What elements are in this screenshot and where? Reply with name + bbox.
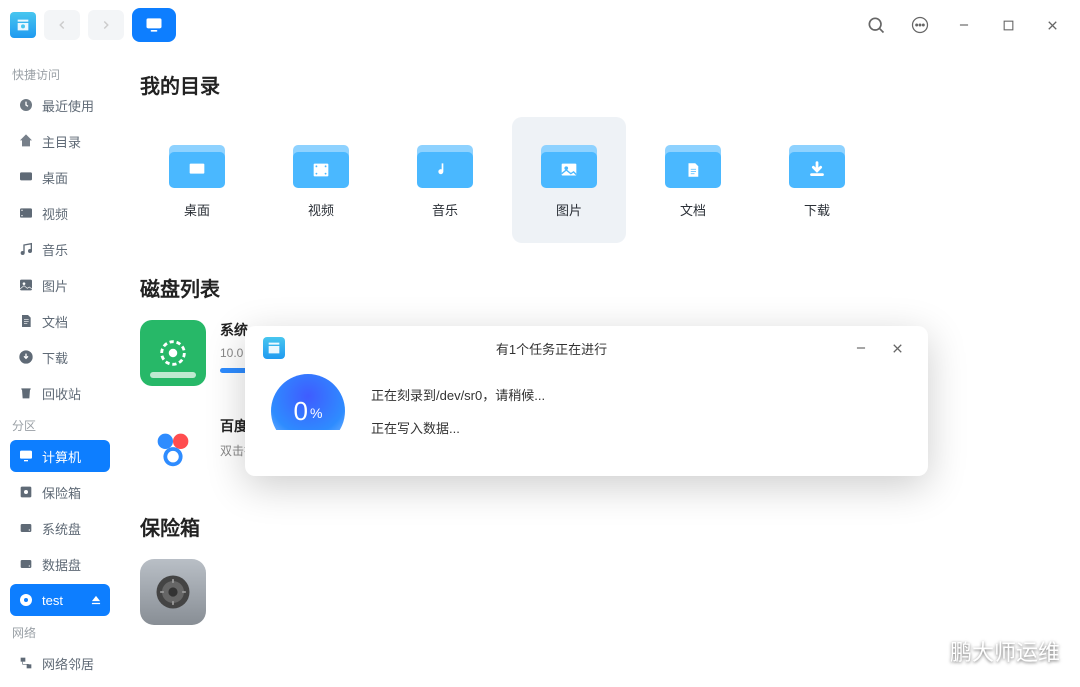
- sidebar-item-vault[interactable]: 保险箱: [10, 476, 110, 508]
- sidebar-item-music[interactable]: 音乐: [10, 233, 110, 265]
- watermark: 鹏大师运维: [910, 635, 1060, 667]
- wechat-icon: [910, 635, 942, 667]
- titlebar: [0, 0, 1080, 50]
- folder-label: 桌面: [184, 200, 210, 219]
- sidebar-item-label: 数据盘: [42, 555, 81, 574]
- disk-system-icon: [140, 320, 206, 386]
- sidebar-item-label: 图片: [42, 276, 68, 295]
- folder-label: 视频: [308, 200, 334, 219]
- disk-icon: [18, 520, 34, 536]
- eject-icon[interactable]: [88, 592, 104, 608]
- folder-icon: [541, 142, 597, 188]
- sidebar-item-label: 视频: [42, 204, 68, 223]
- sidebar-item-label: 计算机: [42, 447, 81, 466]
- sidebar-item-system-disk[interactable]: 系统盘: [10, 512, 110, 544]
- folder-icon: [789, 142, 845, 188]
- sidebar-item-trash[interactable]: 回收站: [10, 377, 110, 409]
- sidebar-item-label: 主目录: [42, 132, 81, 151]
- sidebar-item-documents[interactable]: 文档: [10, 305, 110, 337]
- home-icon: [18, 133, 34, 149]
- back-button[interactable]: [44, 10, 80, 40]
- sidebar-item-network[interactable]: 网络邻居: [10, 647, 110, 679]
- folder-grid: 桌面 视频 音乐 图片 文档 下载: [140, 117, 1040, 243]
- download-icon: [18, 349, 34, 365]
- sidebar-item-computer[interactable]: 计算机: [10, 440, 110, 472]
- section-title-mydirs: 我的目录: [140, 70, 1040, 99]
- progress-unit: %: [310, 405, 322, 421]
- maximize-button[interactable]: [990, 7, 1026, 43]
- vault-item[interactable]: [140, 559, 206, 625]
- vault-icon: [18, 484, 34, 500]
- minimize-button[interactable]: [946, 7, 982, 43]
- section-title-disks: 磁盘列表: [140, 273, 1040, 302]
- sidebar-item-label: 音乐: [42, 240, 68, 259]
- close-button[interactable]: [1034, 7, 1070, 43]
- sidebar-item-label: 系统盘: [42, 519, 81, 538]
- vault-dial-icon: [140, 559, 206, 625]
- sidebar: 快捷访问 最近使用 主目录 桌面 视频 音乐 图片 文档 下载 回收站 分区 计…: [0, 50, 120, 687]
- watermark-text: 鹏大师运维: [950, 635, 1060, 667]
- dialog-line1: 正在刻录到/dev/sr0，请稍候...: [371, 385, 545, 404]
- search-button[interactable]: [858, 7, 894, 43]
- sidebar-section-network: 网络: [12, 624, 108, 641]
- more-button[interactable]: [902, 7, 938, 43]
- doc-icon: [18, 313, 34, 329]
- sidebar-item-home[interactable]: 主目录: [10, 125, 110, 157]
- folder-music[interactable]: 音乐: [388, 117, 502, 243]
- dialog-close-button[interactable]: [884, 335, 910, 361]
- trash-icon: [18, 385, 34, 401]
- folder-pictures[interactable]: 图片: [512, 117, 626, 243]
- folder-label: 文档: [680, 200, 706, 219]
- sidebar-item-downloads[interactable]: 下载: [10, 341, 110, 373]
- sidebar-item-test-disc[interactable]: test: [10, 584, 110, 616]
- dialog-title: 有1个任务正在进行: [265, 339, 838, 358]
- progress-circle: 0 %: [271, 374, 345, 448]
- folder-icon: [169, 142, 225, 188]
- folder-icon: [417, 142, 473, 188]
- sidebar-item-label: 回收站: [42, 384, 81, 403]
- sidebar-item-label: test: [42, 593, 63, 608]
- burn-progress-dialog: 有1个任务正在进行 0 % 正在刻录到/dev/sr0，请稍候... 正在写入数…: [245, 326, 928, 476]
- clock-icon: [18, 97, 34, 113]
- folder-label: 图片: [556, 200, 582, 219]
- app-icon: [10, 12, 36, 38]
- sidebar-item-video[interactable]: 视频: [10, 197, 110, 229]
- folder-desktop[interactable]: 桌面: [140, 117, 254, 243]
- progress-value: 0: [294, 396, 308, 427]
- sidebar-item-label: 文档: [42, 312, 68, 331]
- sidebar-item-label: 下载: [42, 348, 68, 367]
- tab-computer[interactable]: [132, 8, 176, 42]
- sidebar-item-label: 桌面: [42, 168, 68, 187]
- folder-icon: [665, 142, 721, 188]
- music-icon: [18, 241, 34, 257]
- image-icon: [18, 277, 34, 293]
- disc-icon: [18, 592, 34, 608]
- network-icon: [18, 655, 34, 671]
- folder-label: 下载: [804, 200, 830, 219]
- folder-label: 音乐: [432, 200, 458, 219]
- sidebar-item-label: 网络邻居: [42, 654, 94, 673]
- disk-icon: [18, 556, 34, 572]
- folder-downloads[interactable]: 下载: [760, 117, 874, 243]
- dialog-minimize-button[interactable]: [848, 335, 874, 361]
- desktop-icon: [18, 169, 34, 185]
- sidebar-item-recent[interactable]: 最近使用: [10, 89, 110, 121]
- sidebar-section-quickaccess: 快捷访问: [12, 66, 108, 83]
- dialog-line2: 正在写入数据...: [371, 418, 545, 437]
- sidebar-item-desktop[interactable]: 桌面: [10, 161, 110, 193]
- baidu-icon: [140, 416, 206, 482]
- sidebar-item-pictures[interactable]: 图片: [10, 269, 110, 301]
- monitor-icon: [18, 448, 34, 464]
- video-icon: [18, 205, 34, 221]
- sidebar-item-data-disk[interactable]: 数据盘: [10, 548, 110, 580]
- folder-icon: [293, 142, 349, 188]
- sidebar-item-label: 保险箱: [42, 483, 81, 502]
- folder-documents[interactable]: 文档: [636, 117, 750, 243]
- section-title-vault: 保险箱: [140, 512, 1040, 541]
- sidebar-item-label: 最近使用: [42, 96, 94, 115]
- sidebar-section-partitions: 分区: [12, 417, 108, 434]
- folder-video[interactable]: 视频: [264, 117, 378, 243]
- forward-button[interactable]: [88, 10, 124, 40]
